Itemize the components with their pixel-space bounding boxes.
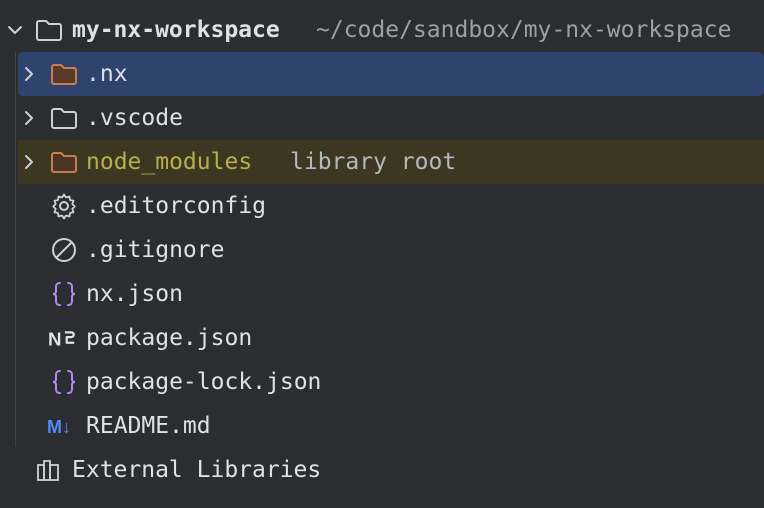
npm-icon-letter: N	[48, 329, 62, 350]
chevron-right-icon[interactable]	[18, 63, 40, 85]
json-icon	[52, 370, 76, 394]
tree-root-row[interactable]: my-nx-workspace ~/code/sandbox/my-nx-wor…	[0, 8, 764, 52]
chevron-down-icon[interactable]	[4, 19, 26, 41]
tree-item-label: package.json	[86, 325, 253, 351]
library-root-hint: library root	[290, 149, 457, 175]
tree-item-node-modules[interactable]: node_modules library root	[18, 140, 764, 184]
gear-icon	[52, 193, 76, 220]
tree-item-label: .vscode	[86, 105, 183, 131]
folder-icon	[51, 64, 77, 85]
markdown-icon-letters: M↓	[47, 417, 71, 437]
project-name: my-nx-workspace	[72, 17, 280, 43]
tree-item-label: package-lock.json	[86, 369, 322, 395]
tree-item-external-libraries[interactable]: External Libraries	[0, 448, 764, 492]
library-icon	[37, 460, 59, 481]
tree-item-label: External Libraries	[72, 457, 322, 483]
folder-icon	[36, 20, 62, 41]
tree-item-package-lock-json[interactable]: package-lock.json	[0, 360, 764, 404]
tree-item-nx-json[interactable]: nx.json	[0, 272, 764, 316]
tree-item-label: .gitignore	[86, 237, 225, 263]
markdown-icon: M↓	[47, 417, 71, 437]
npm-icon: N	[48, 329, 75, 350]
tree-item-label: nx.json	[86, 281, 183, 307]
project-tree: my-nx-workspace ~/code/sandbox/my-nx-wor…	[0, 0, 764, 508]
chevron-right-icon[interactable]	[18, 107, 40, 129]
tree-item-label: .nx	[86, 61, 128, 87]
tree-item-gitignore[interactable]: .gitignore	[0, 228, 764, 272]
tree-item-editorconfig[interactable]: .editorconfig	[0, 184, 764, 228]
folder-icon	[51, 108, 77, 129]
tree-item-label: README.md	[86, 413, 211, 439]
tree-item-label: node_modules	[86, 149, 253, 175]
folder-icon	[51, 152, 77, 173]
ignore-icon	[52, 238, 76, 262]
tree-item-label: .editorconfig	[86, 193, 267, 219]
tree-item-package-json[interactable]: N package.json	[0, 316, 764, 360]
tree-item-readme[interactable]: M↓ README.md	[0, 404, 764, 448]
json-icon	[52, 282, 76, 306]
tree-item-vscode[interactable]: .vscode	[0, 96, 764, 140]
project-path: ~/code/sandbox/my-nx-workspace	[316, 17, 732, 43]
chevron-right-icon[interactable]	[18, 151, 40, 173]
tree-item-nx[interactable]: .nx	[18, 52, 764, 96]
